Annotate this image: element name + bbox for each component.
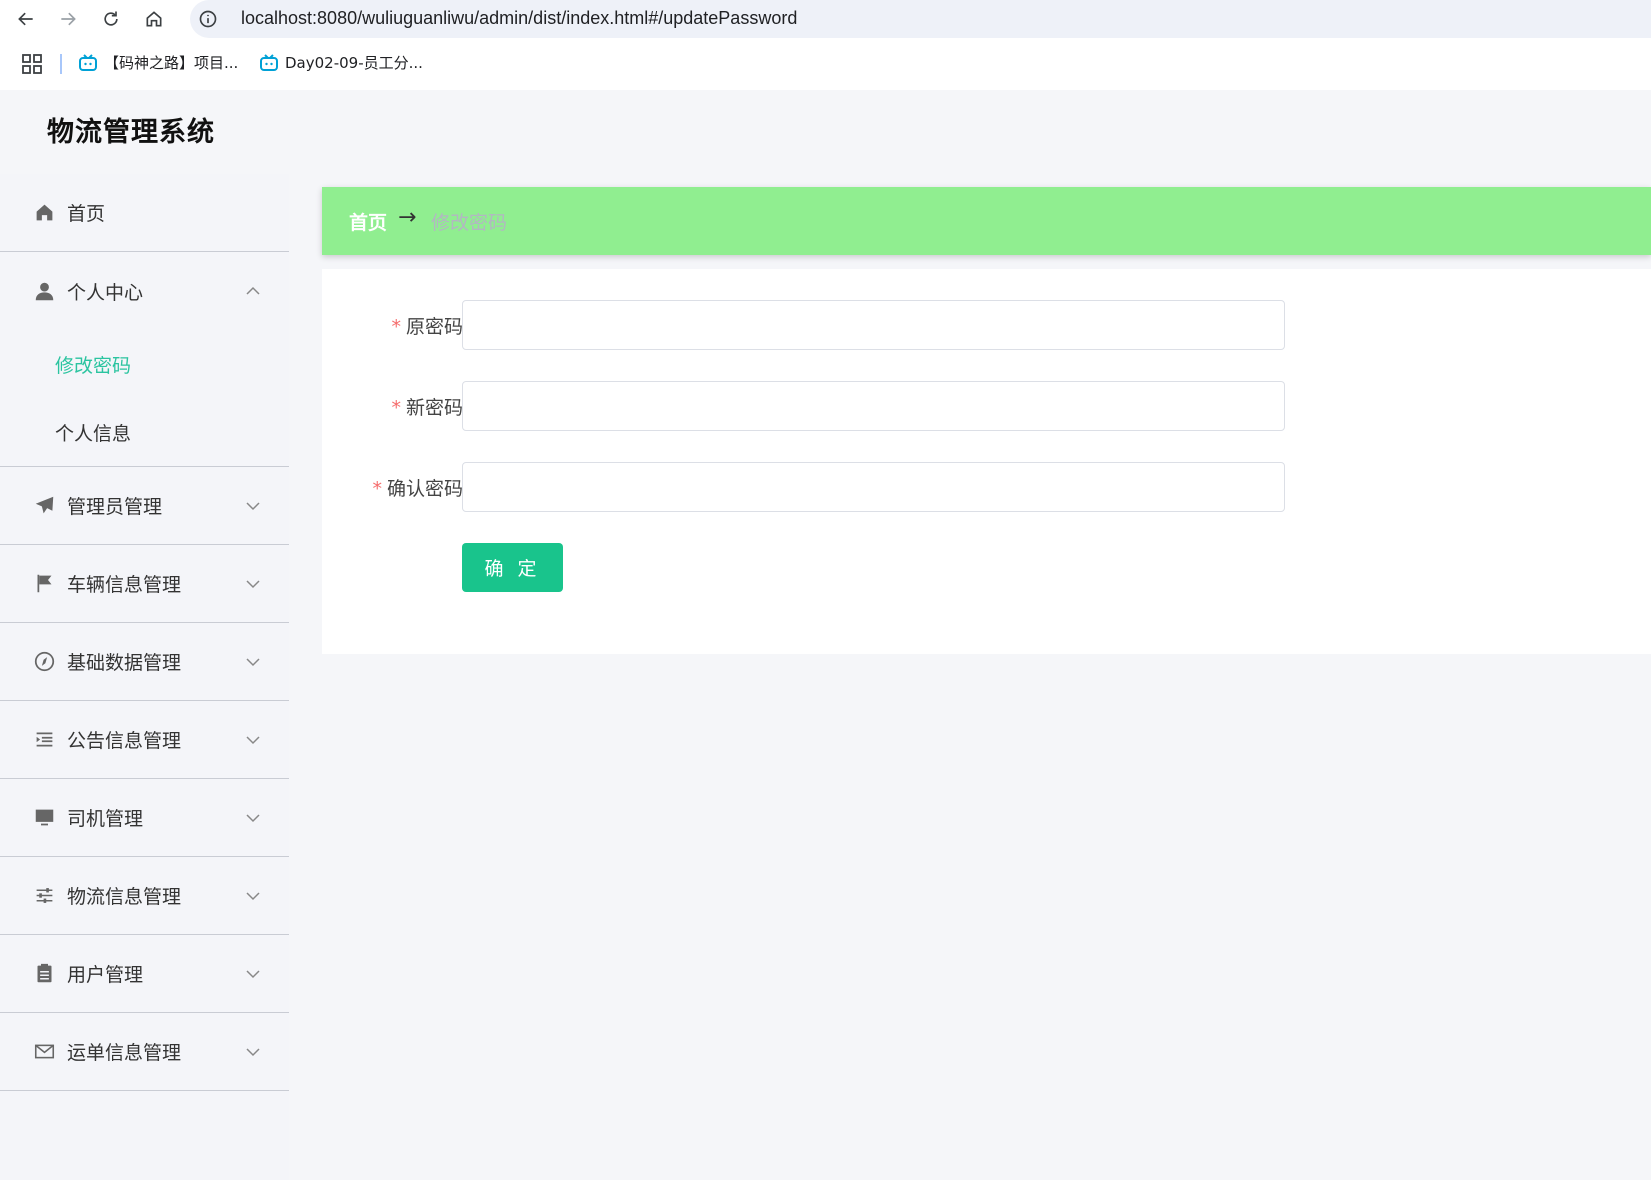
- sidebar-subitem-label: 个人信息: [55, 422, 132, 445]
- reload-icon: [104, 11, 118, 26]
- info-icon[interactable]: [198, 9, 218, 29]
- sidebar-subitem-update-password[interactable]: 修改密码: [0, 330, 289, 398]
- new-password-input[interactable]: [462, 381, 1285, 431]
- app-root: 物流管理系统 首页 个人中心 修改密码 个人信息 管理员管理 车辆信息管理 基础…: [0, 90, 1651, 1180]
- old-password-label-text: 原密码: [405, 316, 463, 338]
- breadcrumb-current: 修改密码: [431, 211, 508, 234]
- compass-icon: [33, 651, 55, 673]
- form-row-confirm-password: * 确认密码: [322, 462, 1651, 512]
- url-text: localhost:8080/wuliuguanliwu/admin/dist/…: [241, 8, 798, 28]
- sidebar-item-label: 首页: [67, 203, 106, 225]
- new-password-label: * 新密码: [391, 393, 463, 420]
- bookmark-label: Day02-09-员工分...: [285, 54, 423, 72]
- main-content: 首页 → 修改密码 * 原密码 * 新密码 * 确认密码 确 定: [322, 187, 1651, 654]
- chevron-down-icon: [246, 579, 260, 588]
- home-button[interactable]: [140, 5, 168, 33]
- breadcrumb-home[interactable]: 首页: [349, 208, 387, 235]
- bookmarks-separator: [60, 54, 62, 74]
- sidebar: 首页 个人中心 修改密码 个人信息 管理员管理 车辆信息管理 基础数据管理 公告…: [0, 174, 289, 1180]
- back-button[interactable]: [12, 5, 40, 33]
- sidebar-item-driver-management[interactable]: 司机管理: [0, 779, 289, 857]
- home-outline-icon: [146, 11, 162, 27]
- sidebar-group-personal-center: 个人中心 修改密码 个人信息: [0, 252, 289, 467]
- sidebar-item-waybill-management[interactable]: 运单信息管理: [0, 1013, 289, 1091]
- sidebar-item-logistics-management[interactable]: 物流信息管理: [0, 857, 289, 935]
- old-password-input[interactable]: [462, 300, 1285, 350]
- back-arrow-icon: [18, 12, 33, 26]
- confirm-button[interactable]: 确 定: [462, 543, 563, 592]
- forward-button[interactable]: [54, 5, 82, 33]
- confirm-password-label-text: 确认密码: [386, 478, 463, 500]
- bookmark-item[interactable]: Day02-09-员工分...: [259, 52, 423, 73]
- sidebar-item-label: 用户管理: [67, 964, 144, 986]
- user-icon: [33, 280, 55, 302]
- old-password-label: * 原密码: [391, 312, 463, 339]
- bilibili-icon: [79, 53, 97, 71]
- sidebar-item-home[interactable]: 首页: [0, 174, 289, 252]
- sidebar-item-label: 运单信息管理: [67, 1042, 182, 1064]
- home-icon: [33, 202, 55, 224]
- bookmark-item[interactable]: 【码神之路】项目...: [78, 52, 238, 73]
- sidebar-item-label: 车辆信息管理: [67, 574, 182, 596]
- form-row-old-password: * 原密码: [322, 300, 1651, 350]
- form-row-new-password: * 新密码: [322, 381, 1651, 431]
- update-password-form: * 原密码 * 新密码 * 确认密码 确 定: [322, 269, 1651, 654]
- sidebar-item-label: 公告信息管理: [67, 730, 182, 752]
- mail-icon: [33, 1041, 55, 1063]
- chevron-down-icon: [246, 735, 260, 744]
- sidebar-item-admin-management[interactable]: 管理员管理: [0, 467, 289, 545]
- flag-icon: [33, 573, 55, 595]
- sidebar-item-label: 物流信息管理: [67, 886, 182, 908]
- sidebar-item-label: 个人中心: [67, 281, 144, 304]
- monitor-icon: [33, 807, 55, 829]
- clipboard-icon: [33, 963, 55, 985]
- chevron-down-icon: [246, 657, 260, 666]
- chevron-down-icon: [246, 1047, 260, 1056]
- sidebar-item-user-management[interactable]: 用户管理: [0, 935, 289, 1013]
- reload-button[interactable]: [97, 5, 125, 33]
- address-bar[interactable]: localhost:8080/wuliuguanliwu/admin/dist/…: [190, 0, 1651, 38]
- breadcrumb-separator: →: [398, 205, 417, 230]
- browser-toolbar: localhost:8080/wuliuguanliwu/admin/dist/…: [0, 0, 1651, 38]
- sidebar-subitem-personal-info[interactable]: 个人信息: [0, 398, 289, 466]
- sidebar-item-label: 司机管理: [67, 808, 144, 830]
- required-mark: *: [372, 478, 382, 500]
- app-title: 物流管理系统: [47, 117, 215, 148]
- sidebar-item-notice-management[interactable]: 公告信息管理: [0, 701, 289, 779]
- list-indent-icon: [33, 729, 55, 751]
- breadcrumb: 首页 → 修改密码: [322, 187, 1651, 255]
- sidebar-item-base-data-management[interactable]: 基础数据管理: [0, 623, 289, 701]
- sidebar-item-label: 管理员管理: [67, 496, 163, 518]
- required-mark: *: [391, 397, 401, 419]
- sliders-icon: [33, 885, 55, 907]
- paper-plane-icon: [33, 495, 55, 517]
- bookmarks-bar: 【码神之路】项目... Day02-09-员工分...: [0, 38, 1651, 90]
- sidebar-item-vehicle-management[interactable]: 车辆信息管理: [0, 545, 289, 623]
- chevron-down-icon: [246, 813, 260, 822]
- confirm-password-input[interactable]: [462, 462, 1285, 512]
- bilibili-icon: [260, 53, 278, 71]
- sidebar-item-personal-center[interactable]: 个人中心: [0, 252, 289, 330]
- chevron-down-icon: [246, 891, 260, 900]
- required-mark: *: [391, 316, 401, 338]
- chevron-up-icon: [246, 286, 260, 295]
- chevron-down-icon: [246, 501, 260, 510]
- sidebar-item-label: 基础数据管理: [67, 652, 182, 674]
- chevron-down-icon: [246, 969, 260, 978]
- new-password-label-text: 新密码: [405, 397, 463, 419]
- sidebar-subitem-label: 修改密码: [55, 354, 132, 377]
- forward-arrow-icon: [61, 12, 76, 26]
- confirm-password-label: * 确认密码: [372, 474, 463, 501]
- apps-grid-icon[interactable]: [22, 54, 42, 74]
- bookmark-label: 【码神之路】项目...: [104, 54, 239, 72]
